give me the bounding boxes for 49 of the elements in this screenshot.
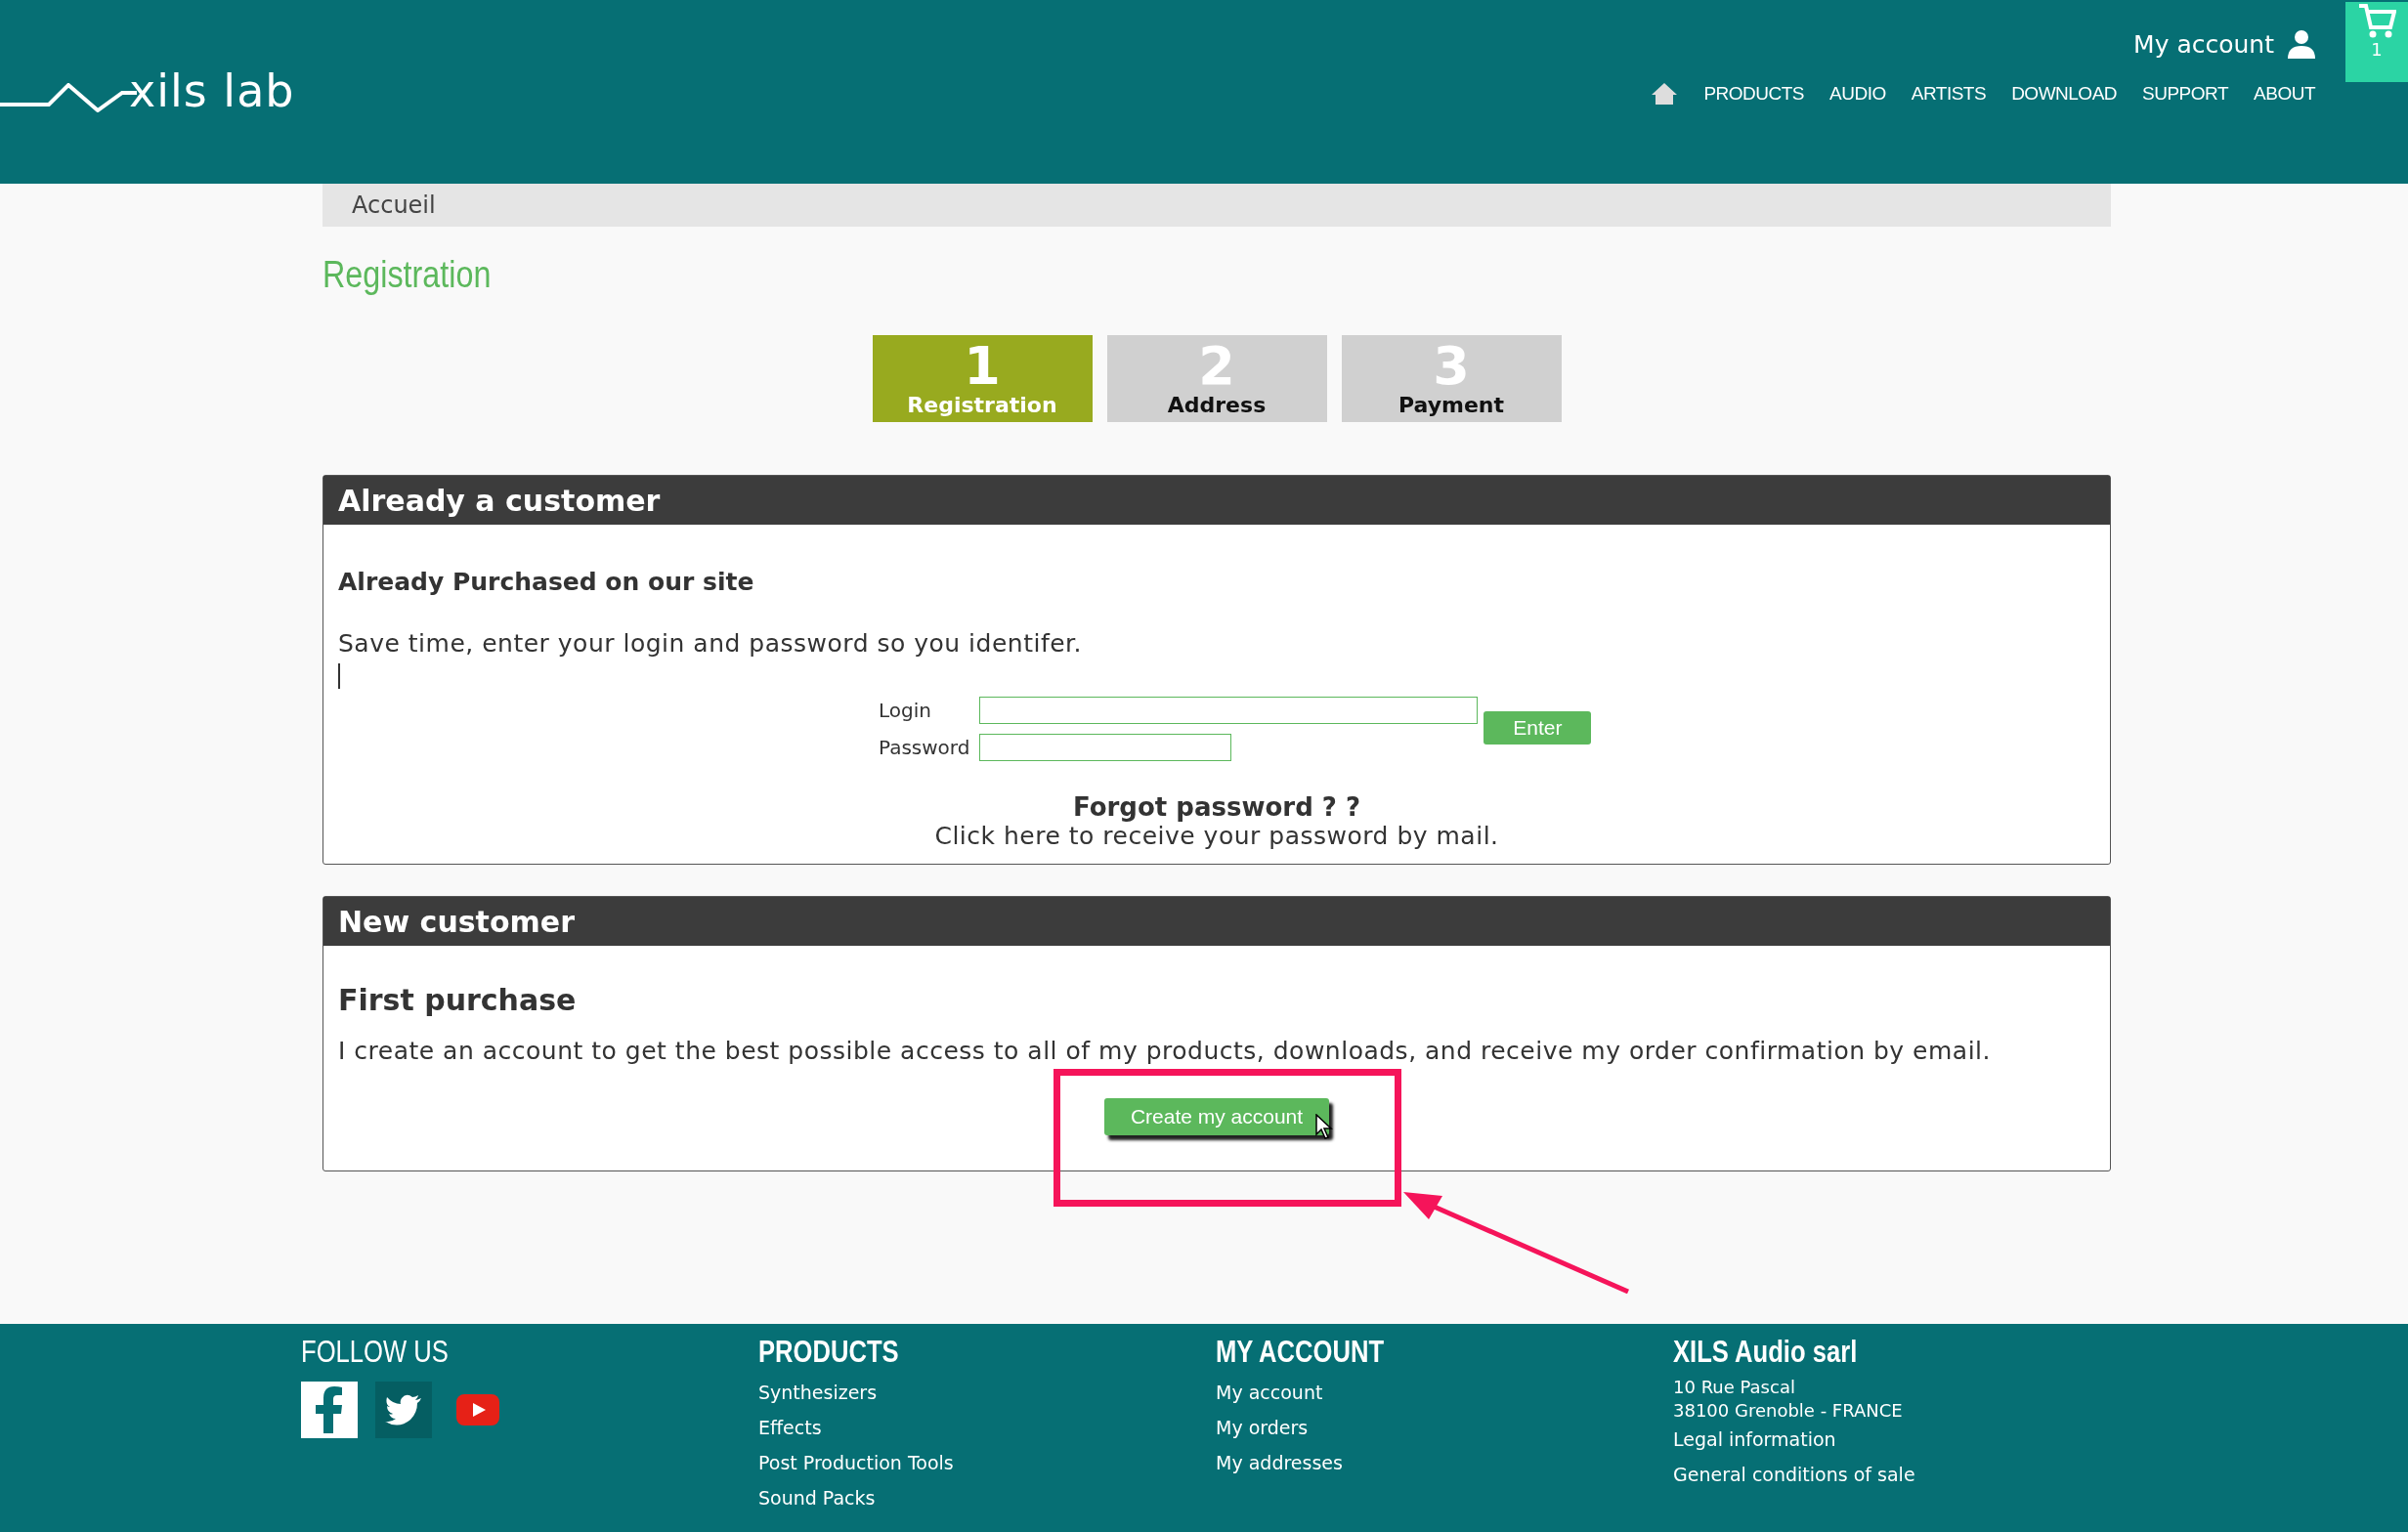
step-label: Registration: [907, 393, 1057, 417]
footer-heading: MY ACCOUNT: [1216, 1334, 1386, 1370]
footer-link[interactable]: Effects: [758, 1417, 1216, 1438]
footer-heading: PRODUCTS: [758, 1334, 900, 1370]
text-cursor: [338, 663, 340, 689]
login-label: Login: [879, 699, 932, 722]
footer-link[interactable]: Post Production Tools: [758, 1452, 1216, 1473]
account-link[interactable]: My account: [2133, 29, 2315, 59]
forgot-password-link[interactable]: Click here to receive your password by mail.: [934, 822, 1499, 850]
footer-heading: XILS Audio sarl: [1673, 1334, 1859, 1370]
address-line: 10 Rue Pascal: [1673, 1376, 1796, 1399]
logo[interactable]: xils lab: [129, 64, 295, 117]
forgot-heading: Forgot password ? ?: [1072, 792, 1360, 822]
nav-link[interactable]: AUDIO: [1829, 83, 1886, 105]
footer-link[interactable]: My account: [1216, 1382, 1673, 1403]
nav-link[interactable]: ARTISTS: [1911, 83, 1987, 105]
step-number: 1: [964, 340, 1001, 393]
footer-link[interactable]: My addresses: [1216, 1452, 1673, 1473]
nav-link[interactable]: ABOUT: [2254, 83, 2315, 105]
page-title: Registration: [322, 254, 493, 296]
panel-title: New customer: [323, 897, 2110, 946]
user-icon: [2288, 29, 2315, 59]
footer-link[interactable]: My orders: [1216, 1417, 1673, 1438]
password-field[interactable]: [979, 734, 1232, 761]
footer-link[interactable]: General conditions of sale: [1673, 1464, 2130, 1485]
info-text: I create an account to get the best possible access to all of my products, downloads, and receive my order confirmation by email.: [338, 1037, 1992, 1065]
instruction-text: Save time, enter your login and password so you identifer.: [338, 629, 1083, 658]
nav-link[interactable]: PRODUCTS: [1703, 83, 1805, 105]
nav-link[interactable]: DOWNLOAD: [2011, 83, 2118, 105]
password-label: Password: [879, 736, 970, 759]
login-field[interactable]: [979, 697, 1479, 724]
footer-heading: FOLLOW US: [301, 1334, 450, 1370]
step-label: Address: [1167, 393, 1267, 417]
nav-link[interactable]: SUPPORT: [2142, 83, 2229, 105]
footer-link[interactable]: Legal information: [1673, 1428, 2130, 1450]
footer-link[interactable]: Sound Packs: [758, 1487, 1216, 1509]
twitter-icon[interactable]: [375, 1382, 432, 1438]
section-heading: Already Purchased on our site: [338, 568, 755, 596]
home-icon[interactable]: [1651, 82, 1679, 106]
cart-icon: [2357, 2, 2396, 39]
cursor-icon: [1315, 1114, 1333, 1139]
section-heading: First purchase: [338, 983, 578, 1017]
cart-count: 1: [2371, 39, 2383, 60]
address-line: 38100 Grenoble - FRANCE: [1673, 1399, 1904, 1423]
breadcrumb[interactable]: Accueil: [322, 184, 2111, 227]
facebook-icon[interactable]: [301, 1382, 358, 1438]
step-label: Payment: [1398, 393, 1505, 417]
footer-link[interactable]: Synthesizers: [758, 1382, 1216, 1403]
panel-title: Already a customer: [323, 476, 2110, 525]
